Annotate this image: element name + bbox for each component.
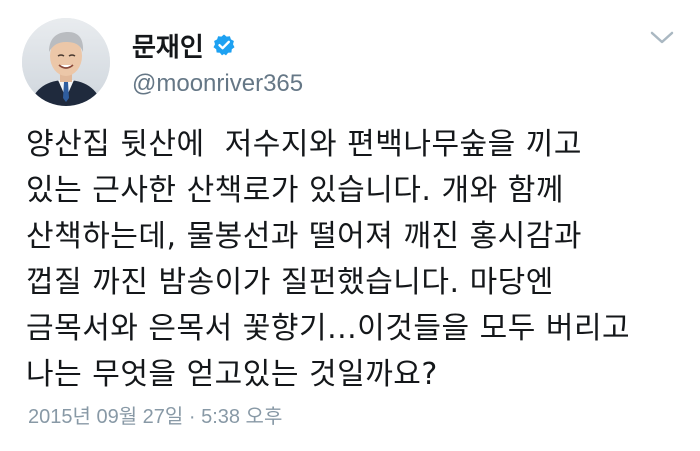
avatar[interactable]	[22, 18, 110, 106]
tweet-header: 문재인 @moonriver365	[22, 18, 682, 110]
verified-badge-icon	[212, 33, 236, 57]
tweet-text-line: 껍질 까진 밤송이가 질펀했습니다. 마당엔	[26, 265, 554, 300]
tweet-text: 양산집 뒷산에 저수지와 편백나무숲을 끼고 있는 근사한 산책로가 있습니다.…	[26, 122, 686, 398]
user-names: 문재인 @moonriver365	[132, 28, 303, 98]
chevron-down-icon[interactable]	[648, 28, 676, 48]
tweet-timestamp[interactable]: 2015년 09월 27일 · 5:38 오후	[28, 400, 282, 429]
tweet-text-line: 있는 근사한 산책로가 있습니다. 개와 함께	[26, 173, 564, 208]
profile-photo-icon	[22, 18, 110, 106]
display-name-row: 문재인	[132, 27, 303, 64]
display-name[interactable]: 문재인	[132, 27, 204, 64]
user-handle[interactable]: @moonriver365	[132, 70, 303, 98]
tweet-text-line: 양산집 뒷산에 저수지와 편백나무숲을 끼고	[26, 127, 582, 162]
tweet-text-line: 금목서와 은목서 꽃향기...이것들을 모두 버리고	[26, 311, 631, 346]
tweet-text-line: 산책하는데, 물봉선과 떨어져 깨진 홍시감과	[26, 219, 582, 254]
tweet-text-line: 나는 무엇을 얻고있는 것일까요?	[26, 357, 438, 392]
tweet-card: 문재인 @moonriver365 양산집 뒷산에 저수지와 편백나무숲을 끼고…	[0, 0, 700, 451]
